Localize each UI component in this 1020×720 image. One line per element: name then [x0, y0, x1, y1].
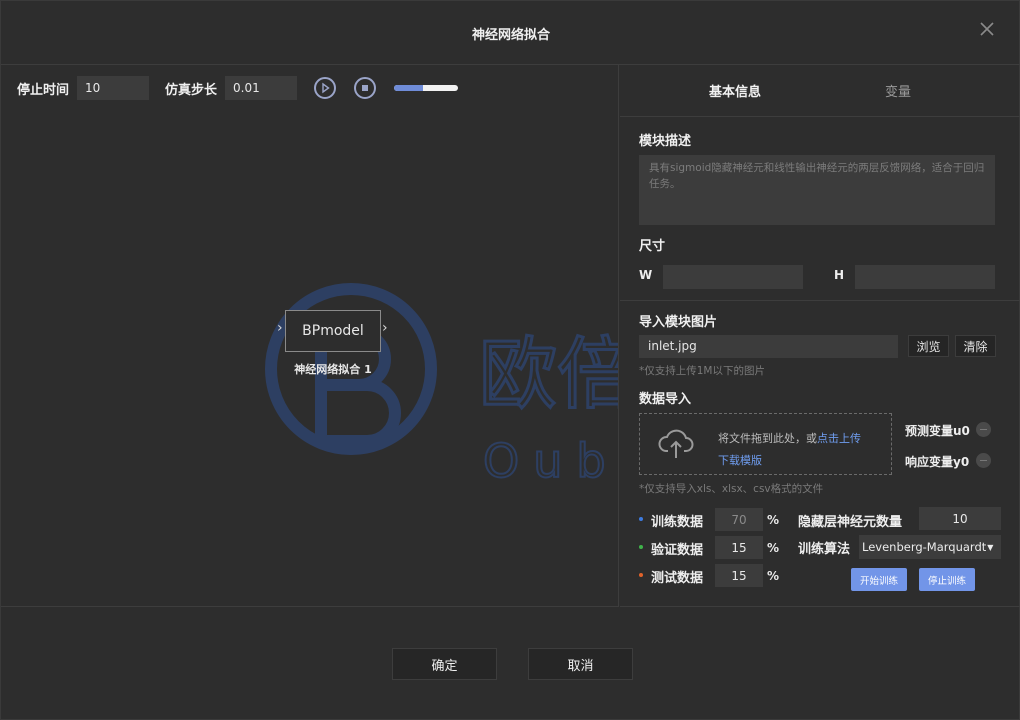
image-file-input[interactable]: inlet.jpg	[639, 335, 898, 358]
ok-button[interactable]: 确定	[392, 648, 497, 680]
dialog-title: 神经网络拟合	[471, 28, 550, 43]
cancel-button[interactable]: 取消	[528, 648, 633, 680]
step-size-label: 仿真步长	[165, 82, 218, 98]
download-template-link[interactable]: 下载模版	[718, 454, 762, 467]
section-divider	[620, 300, 1020, 301]
step-size-input[interactable]	[225, 76, 298, 100]
algorithm-value: Levenberg-Marquardt	[862, 540, 987, 554]
cloud-upload-icon	[658, 429, 694, 458]
valid-percent-input[interactable]: 15	[715, 536, 763, 559]
bpmodel-block[interactable]: BPmodel	[285, 310, 381, 352]
remove-response-icon[interactable]	[976, 453, 991, 468]
test-pct-sign: %	[767, 569, 780, 583]
play-icon[interactable]	[314, 77, 337, 99]
test-dot-icon	[639, 573, 643, 577]
browse-button[interactable]: 浏览	[908, 335, 949, 357]
algorithm-label: 训练算法	[798, 542, 851, 557]
stop-time-label: 停止时间	[17, 82, 70, 98]
stop-icon[interactable]	[354, 77, 377, 99]
block-name: BPmodel	[302, 323, 364, 339]
drop-text: 将文件拖到此处，或点击上传 下载模版	[718, 432, 861, 467]
algorithm-select[interactable]: Levenberg-Marquardt ▼	[859, 535, 1001, 559]
output-port-icon[interactable]: ›	[382, 320, 388, 336]
valid-dot-icon	[639, 545, 643, 549]
hidden-neurons-label: 隐藏层神经元数量	[798, 515, 903, 530]
test-percent-input[interactable]: 15	[715, 564, 763, 587]
chevron-down-icon: ▼	[987, 542, 994, 552]
close-icon[interactable]	[979, 21, 995, 37]
slider-fill	[394, 85, 423, 91]
height-input[interactable]	[855, 265, 995, 289]
input-port-icon[interactable]: ›	[277, 320, 283, 336]
simulation-toolbar: 停止时间 仿真步长	[17, 75, 459, 101]
import-image-label: 导入模块图片	[639, 315, 718, 330]
properties-panel: 基本信息 变量 模块描述 具有sigmoid隐藏神经元和线性输出神经元的两层反馈…	[620, 65, 1020, 607]
data-import-label: 数据导入	[639, 392, 692, 407]
hidden-neurons-input[interactable]: 10	[919, 507, 1001, 530]
file-drop-zone[interactable]: 将文件拖到此处，或点击上传 下载模版	[639, 413, 892, 475]
title-bar: 神经网络拟合	[1, 1, 1020, 65]
svg-text:Oubeier: Oubeier	[483, 434, 619, 481]
width-label: W	[639, 268, 653, 282]
train-data-label: 训练数据	[651, 515, 704, 530]
svg-text:欧倍尔: 欧倍尔	[479, 330, 619, 420]
size-label: 尺寸	[639, 239, 666, 254]
tab-variables[interactable]: 变量	[885, 81, 911, 100]
image-hint: *仅支持上传1M以下的图片	[639, 365, 765, 377]
valid-data-label: 验证数据	[651, 543, 704, 558]
width-input[interactable]	[663, 265, 803, 289]
test-data-label: 测试数据	[651, 571, 704, 586]
remove-predict-icon[interactable]	[976, 422, 991, 437]
module-desc-textarea[interactable]: 具有sigmoid隐藏神经元和线性输出神经元的两层反馈网络，适合于回归任务。	[639, 155, 995, 225]
tab-basic-info[interactable]: 基本信息	[709, 81, 761, 100]
response-var-label: 响应变量y0	[905, 455, 970, 469]
neural-fitting-dialog: 神经网络拟合 停止时间 仿真步长 欧倍尔	[0, 0, 1020, 720]
train-pct-sign: %	[767, 513, 780, 527]
train-dot-icon	[639, 517, 643, 521]
import-hint: *仅支持导入xls、xlsx、csv格式的文件	[639, 483, 824, 495]
train-percent-input[interactable]: 70	[715, 508, 763, 531]
start-training-button[interactable]: 开始训练	[851, 568, 907, 591]
height-label: H	[834, 268, 845, 282]
valid-pct-sign: %	[767, 541, 780, 555]
upload-link[interactable]: 点击上传	[817, 432, 861, 445]
clear-button[interactable]: 清除	[955, 335, 996, 357]
module-desc-label: 模块描述	[639, 134, 692, 149]
stop-training-button[interactable]: 停止训练	[919, 568, 975, 591]
stop-time-input[interactable]	[77, 76, 150, 100]
panel-tabs: 基本信息 变量	[620, 65, 1020, 117]
speed-slider[interactable]	[394, 85, 459, 91]
block-label: 神经网络拟合 1	[294, 363, 372, 376]
predict-var-label: 预测变量u0	[905, 424, 970, 438]
model-canvas[interactable]: 停止时间 仿真步长 欧倍尔 Oubeier › BPmodel	[1, 65, 619, 607]
